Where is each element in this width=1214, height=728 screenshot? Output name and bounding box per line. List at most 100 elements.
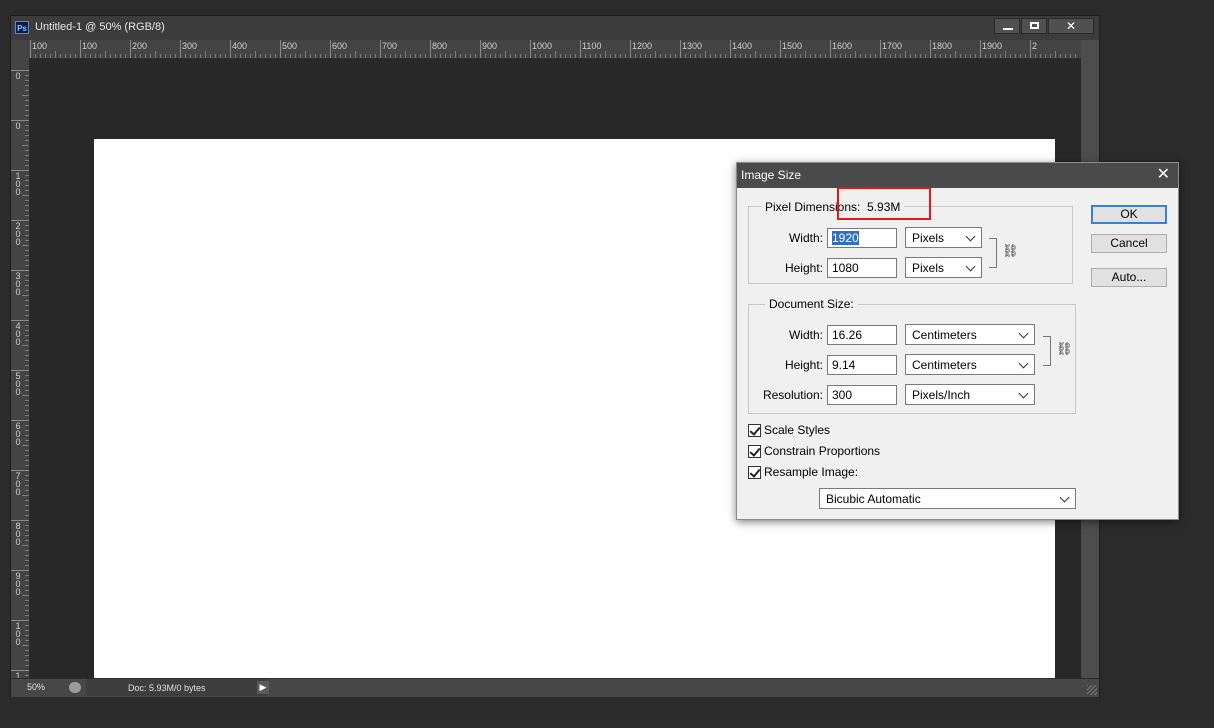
ruler-v-minor-tick — [25, 165, 29, 166]
ruler-v-minor-tick — [25, 390, 29, 391]
ruler-h-minor-tick — [935, 54, 936, 58]
dialog-title-bar[interactable]: Image Size ✕ — [737, 163, 1178, 188]
ruler-origin[interactable] — [11, 40, 29, 58]
ruler-h-label: 600 — [332, 41, 348, 51]
ruler-h-minor-tick — [425, 54, 426, 58]
doc-width-unit-select[interactable]: Centimeters — [905, 324, 1035, 345]
ruler-h-label: 1800 — [932, 41, 953, 51]
ruler-v-label: 9 0 0 — [15, 571, 21, 597]
pixel-width-unit-select[interactable]: Pixels — [905, 227, 982, 248]
vertical-ruler[interactable]: 0 0 1 0 0 2 0 0 3 0 0 4 0 0 5 0 0 6 0 0 7 0 0 8 0… — [11, 58, 30, 678]
ruler-v-minor-tick — [25, 635, 29, 636]
image-size-dialog: Image Size ✕ Pixel Dimensions: 5.93M Wid… — [736, 162, 1179, 520]
resample-method-select[interactable]: Bicubic Automatic — [819, 488, 1076, 509]
cancel-button[interactable]: Cancel — [1091, 234, 1167, 253]
ruler-h-minor-tick — [315, 54, 316, 58]
resample-image-label[interactable]: Resample Image: — [764, 465, 858, 479]
ruler-h-label: 200 — [132, 41, 148, 51]
ruler-h-minor-tick — [960, 54, 961, 58]
horizontal-ruler[interactable]: 100 100 200 300 400 500 600 700 800 900 1000 1100 12… — [29, 40, 1081, 59]
constrain-proportions-checkbox[interactable] — [748, 445, 761, 458]
status-info-icon[interactable] — [69, 682, 81, 693]
pixel-height-unit-select[interactable]: Pixels — [905, 257, 982, 278]
ruler-h-minor-tick — [775, 54, 776, 58]
ruler-h-tick — [680, 40, 681, 58]
ruler-v-minor-tick — [25, 300, 29, 301]
ruler-v-minor-tick — [25, 450, 29, 451]
ruler-v-minor-tick — [25, 500, 29, 501]
ruler-v-minor-tick — [25, 660, 29, 661]
ruler-h-minor-tick — [270, 54, 271, 58]
ruler-h-minor-tick — [60, 54, 61, 58]
ruler-v-minor-tick — [25, 530, 29, 531]
ruler-h-tick — [80, 40, 81, 58]
ruler-v-minor-tick — [25, 380, 29, 381]
ruler-h-minor-tick — [165, 54, 166, 58]
ruler-v-minor-tick — [25, 230, 29, 231]
resolution-input[interactable]: 300 — [827, 385, 897, 405]
ruler-h-tick — [430, 40, 431, 58]
resample-image-checkbox[interactable] — [748, 466, 761, 479]
document-title-bar[interactable]: Ps Untitled-1 @ 50% (RGB/8) ✕ — [11, 16, 1099, 41]
ruler-v-minor-tick — [25, 575, 29, 576]
pixel-width-input[interactable]: 1920 — [827, 228, 897, 248]
scale-styles-label[interactable]: Scale Styles — [764, 423, 830, 437]
ruler-h-minor-tick — [125, 54, 126, 58]
ruler-h-minor-tick — [360, 54, 361, 58]
ruler-v-minor-tick — [25, 485, 29, 486]
ruler-h-minor-tick — [660, 54, 661, 58]
ruler-h-minor-tick — [685, 54, 686, 58]
ruler-h-minor-tick — [210, 54, 211, 58]
ruler-h-minor-tick — [195, 54, 196, 58]
auto-button[interactable]: Auto... — [1091, 268, 1167, 287]
ruler-h-label: 1500 — [782, 41, 803, 51]
scale-styles-checkbox[interactable] — [748, 424, 761, 437]
doc-height-input[interactable]: 9.14 — [827, 355, 897, 375]
ruler-h-minor-tick — [670, 54, 671, 58]
doc-width-input[interactable]: 16.26 — [827, 325, 897, 345]
ruler-h-minor-tick — [200, 54, 201, 58]
ruler-v-minor-tick — [25, 175, 29, 176]
ruler-v-minor-tick — [25, 240, 29, 241]
ruler-v-label: 1 0 0 — [15, 621, 21, 647]
ruler-v-minor-tick — [25, 185, 29, 186]
ruler-h-label: 1000 — [532, 41, 553, 51]
chain-link-icon: ⛓ — [1056, 341, 1073, 356]
play-arrow-icon[interactable]: ▶ — [257, 681, 269, 694]
ruler-h-label: 900 — [482, 41, 498, 51]
ruler-v-minor-tick — [25, 465, 29, 466]
ruler-v-minor-tick — [25, 335, 29, 336]
doc-info: Doc: 5.93M/0 bytes — [128, 683, 206, 693]
ruler-v-minor-tick — [25, 350, 29, 351]
chevron-down-icon — [965, 231, 976, 242]
ruler-v-minor-tick — [25, 535, 29, 536]
constrain-proportions-label[interactable]: Constrain Proportions — [764, 444, 880, 458]
doc-height-unit-select[interactable]: Centimeters — [905, 354, 1035, 375]
minimize-button[interactable] — [994, 18, 1020, 34]
ruler-h-minor-tick — [840, 54, 841, 58]
ruler-h-minor-tick — [790, 54, 791, 58]
ruler-v-minor-tick — [25, 430, 29, 431]
dialog-title: Image Size — [741, 168, 802, 182]
ruler-v-minor-tick — [25, 440, 29, 441]
close-icon[interactable]: ✕ — [1157, 166, 1170, 184]
ruler-h-minor-tick — [925, 54, 926, 58]
window-close-button[interactable]: ✕ — [1048, 18, 1094, 34]
ok-button[interactable]: OK — [1091, 205, 1167, 224]
ruler-h-minor-tick — [815, 54, 816, 58]
ruler-h-minor-tick — [185, 54, 186, 58]
ruler-v-minor-tick — [25, 410, 29, 411]
ruler-v-minor-tick — [25, 130, 29, 131]
ruler-h-tick — [530, 40, 531, 58]
pixel-height-input[interactable]: 1080 — [827, 258, 897, 278]
ruler-h-minor-tick — [1040, 54, 1041, 58]
zoom-level[interactable]: 50% — [27, 682, 45, 692]
ruler-h-tick — [630, 40, 631, 58]
resolution-unit-select[interactable]: Pixels/Inch — [905, 384, 1035, 405]
maximize-button[interactable] — [1021, 18, 1047, 34]
pixel-height-label: Height: — [784, 261, 823, 275]
ruler-v-minor-tick — [25, 75, 29, 76]
resize-grip-icon[interactable] — [1087, 685, 1097, 695]
ruler-h-minor-tick — [515, 54, 516, 58]
ruler-h-minor-tick — [1070, 54, 1071, 58]
